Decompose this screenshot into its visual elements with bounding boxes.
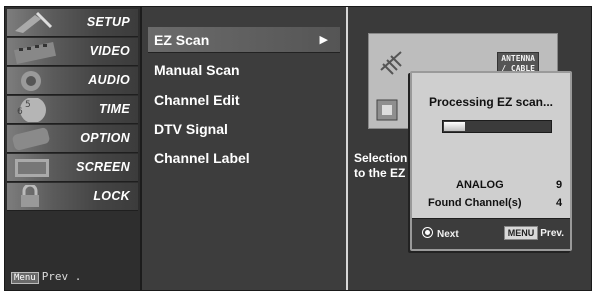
category-setup[interactable]: SETUP bbox=[7, 9, 138, 37]
setup-icon bbox=[7, 9, 69, 36]
category-audio[interactable]: AUDIO bbox=[7, 67, 138, 95]
speaker-icon bbox=[7, 67, 69, 94]
menu-key-icon: Menu bbox=[11, 272, 39, 284]
lock-icon bbox=[7, 183, 69, 210]
menu-key-icon: MENU bbox=[503, 226, 539, 240]
dialog-title: Processing EZ scan... bbox=[428, 95, 554, 109]
option-icon bbox=[7, 125, 69, 152]
category-label: SETUP bbox=[86, 15, 130, 29]
menu-prev-hint[interactable]: Menu Prev . bbox=[11, 270, 81, 284]
category-video[interactable]: VIDEO bbox=[7, 38, 138, 66]
film-icon bbox=[7, 38, 69, 65]
category-label: SCREEN bbox=[76, 160, 130, 174]
clock-icon: 65 bbox=[7, 96, 69, 123]
prev-label: Prev . bbox=[41, 270, 82, 283]
analog-count: 9 bbox=[556, 179, 563, 191]
menu-item-dtv-signal[interactable]: DTV Signal bbox=[148, 116, 340, 142]
ok-button-icon bbox=[422, 227, 433, 238]
prev-button[interactable]: MENU Prev. bbox=[503, 226, 564, 240]
prev-label: Prev. bbox=[540, 228, 564, 239]
menu-item-label: EZ Scan bbox=[154, 32, 210, 48]
category-label: OPTION bbox=[80, 131, 130, 145]
svg-text:5: 5 bbox=[25, 100, 31, 110]
menu-item-label: Channel Edit bbox=[154, 92, 240, 108]
antenna-label-line1: ANTENNA bbox=[501, 54, 535, 63]
category-label: LOCK bbox=[93, 189, 130, 203]
description-text: Selection to the EZ bbox=[354, 151, 408, 180]
ez-scan-progress-dialog: Processing EZ scan... ANALOG 9 Found Cha… bbox=[410, 71, 572, 251]
category-label: AUDIO bbox=[88, 73, 130, 87]
svg-text:6: 6 bbox=[17, 107, 23, 117]
category-sidebar: SETUP VIDEO AUDIO 65 TIME OPTION SCREEN … bbox=[5, 7, 142, 290]
analog-label: ANALOG bbox=[456, 179, 504, 191]
found-channels-count: 4 bbox=[556, 197, 563, 209]
found-channels-label: Found Channel(s) bbox=[428, 197, 522, 209]
progress-fill bbox=[444, 122, 465, 131]
dialog-footer: Next MENU Prev. bbox=[412, 218, 570, 249]
category-screen[interactable]: SCREEN bbox=[7, 154, 138, 182]
category-label: VIDEO bbox=[89, 44, 130, 58]
menu-item-label: Manual Scan bbox=[154, 62, 240, 78]
category-option[interactable]: OPTION bbox=[7, 125, 138, 153]
menu-item-ez-scan[interactable]: EZ Scan ▶ bbox=[148, 27, 340, 53]
category-time[interactable]: 65 TIME bbox=[7, 96, 138, 124]
preview-panel: ANTENNA / CABLE Selection to the EZ Proc… bbox=[348, 7, 591, 290]
setup-menu-screen: SETUP VIDEO AUDIO 65 TIME OPTION SCREEN … bbox=[4, 6, 592, 291]
menu-item-manual-scan[interactable]: Manual Scan bbox=[148, 57, 340, 83]
arrow-right-icon: ▶ bbox=[319, 34, 328, 46]
category-label: TIME bbox=[98, 102, 130, 116]
screen-icon bbox=[7, 154, 69, 181]
menu-item-channel-edit[interactable]: Channel Edit bbox=[148, 87, 340, 113]
scan-progress-bar bbox=[442, 120, 552, 133]
next-label: Next bbox=[437, 229, 459, 240]
menu-item-channel-label[interactable]: Channel Label bbox=[148, 145, 340, 171]
menu-item-label: Channel Label bbox=[154, 150, 250, 166]
menu-item-label: DTV Signal bbox=[154, 121, 228, 137]
category-lock[interactable]: LOCK bbox=[7, 183, 138, 211]
next-button[interactable]: Next bbox=[422, 227, 459, 240]
setup-item-list: EZ Scan ▶ Manual Scan Channel Edit DTV S… bbox=[142, 7, 348, 290]
